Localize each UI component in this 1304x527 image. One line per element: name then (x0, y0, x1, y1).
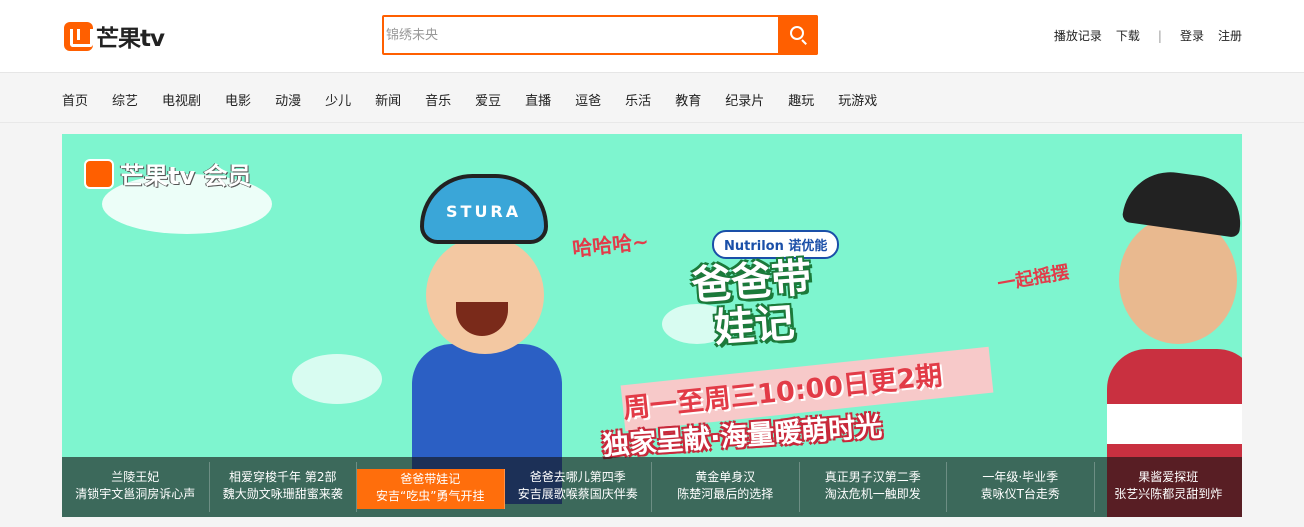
nav-item-music[interactable]: 音乐 (425, 90, 451, 109)
site-logo[interactable]: 芒果tv (64, 20, 165, 52)
thumb-title: 果酱爱探班 (1138, 470, 1199, 484)
search-button[interactable] (778, 15, 818, 55)
nav-item-live[interactable]: 直播 (525, 90, 551, 109)
thumb-title: 黄金单身汉 (695, 470, 756, 484)
register-link[interactable]: 注册 (1218, 27, 1242, 44)
nav-item-documentary[interactable]: 纪录片 (725, 90, 764, 109)
nav-list: 首页 综艺 电视剧 电影 动漫 少儿 新闻 音乐 爱豆 直播 逗爸 乐活 教育 … (62, 90, 901, 109)
nav-item-news[interactable]: 新闻 (375, 90, 401, 109)
nav-item-movies[interactable]: 电影 (225, 90, 251, 109)
haha-caption: 哈哈哈~ (571, 229, 650, 261)
search-box (382, 15, 818, 55)
thumb-subtitle: 袁咏仪T台走秀 (980, 487, 1060, 501)
header: 芒果tv 播放记录 下载 | 登录 注册 (0, 0, 1304, 73)
thumb-subtitle: 魏大勋文咏珊甜蜜来袭 (222, 487, 343, 501)
thumb-subtitle: 淘汰危机一触即发 (824, 487, 921, 501)
thumb-title: 爸爸带娃记 (400, 472, 461, 486)
nav-item-games[interactable]: 玩游戏 (838, 90, 877, 109)
vip-logo: 芒果tv 会员 (84, 156, 251, 191)
main-nav: 首页 综艺 电视剧 电影 动漫 少儿 新闻 音乐 爱豆 直播 逗爸 乐活 教育 … (0, 73, 1304, 123)
nav-item-home[interactable]: 首页 (62, 90, 88, 109)
banner-thumb[interactable]: 兰陵王妃 清锁宇文邕洞房诉心声 (62, 462, 210, 512)
thumb-title: 相爱穿梭千年 第2部 (229, 470, 337, 484)
nav-item-fun[interactable]: 趣玩 (788, 90, 814, 109)
banner-thumb[interactable]: 一年级·毕业季 袁咏仪T台走秀 (947, 462, 1095, 512)
history-link[interactable]: 播放记录 (1054, 27, 1102, 44)
cloud-decoration (292, 354, 382, 404)
banner-thumb[interactable]: 真正男子汉第二季 淘汰危机一触即发 (800, 462, 947, 512)
cap-text: STURA (446, 202, 522, 221)
host-illustration (1107, 166, 1242, 517)
vip-logo-text: 芒果tv 会员 (120, 162, 252, 190)
dance-caption: 一起摇摆 (995, 261, 1071, 296)
nav-item-variety[interactable]: 综艺 (112, 90, 138, 109)
banner-thumbnail-strip: 兰陵王妃 清锁宇文邕洞房诉心声 相爱穿梭千年 第2部 魏大勋文咏珊甜蜜来袭 爸爸… (62, 457, 1242, 517)
user-links: 播放记录 下载 | 登录 注册 (1040, 27, 1242, 44)
thumb-title: 一年级·毕业季 (982, 470, 1059, 484)
banner-thumb[interactable]: 果酱爱探班 张艺兴陈都灵甜到炸 (1095, 462, 1243, 512)
search-icon (790, 26, 804, 40)
banner-thumb-active[interactable]: 爸爸带娃记 安吉“吃虫”勇气开挂 (357, 469, 505, 509)
thumb-title: 真正男子汉第二季 (824, 470, 921, 484)
login-link[interactable]: 登录 (1180, 27, 1204, 44)
thumb-subtitle: 张艺兴陈都灵甜到炸 (1114, 487, 1223, 501)
thumb-title: 爸爸去哪儿第四季 (529, 470, 626, 484)
kid-illustration: STURA (412, 174, 562, 504)
logo-text: 芒果tv (96, 26, 165, 52)
thumb-subtitle: 安吉展歌喉蔡国庆伴奏 (517, 487, 638, 501)
nav-item-dad[interactable]: 逗爸 (575, 90, 601, 109)
hero-banner[interactable]: 芒果tv 会员 STURA 哈哈哈~ Nutrilon 诺优能 爸爸带娃记 周一… (62, 134, 1242, 517)
nav-item-kids[interactable]: 少儿 (325, 90, 351, 109)
mango-logo-icon (84, 158, 114, 189)
nav-item-anime[interactable]: 动漫 (275, 90, 301, 109)
banner-thumb[interactable]: 爸爸去哪儿第四季 安吉展歌喉蔡国庆伴奏 (505, 462, 652, 512)
nav-item-education[interactable]: 教育 (675, 90, 701, 109)
mango-logo-icon (64, 21, 93, 51)
download-link[interactable]: 下载 (1116, 27, 1140, 44)
link-separator: | (1157, 28, 1162, 43)
thumb-subtitle: 清锁宇文邕洞房诉心声 (75, 487, 196, 501)
nav-item-tv-series[interactable]: 电视剧 (162, 90, 201, 109)
nav-item-lifestyle[interactable]: 乐活 (625, 90, 651, 109)
banner-thumb[interactable]: 黄金单身汉 陈楚河最后的选择 (652, 462, 800, 512)
nav-item-idols[interactable]: 爱豆 (475, 90, 501, 109)
search-input[interactable] (384, 17, 778, 53)
thumb-title: 兰陵王妃 (111, 470, 160, 484)
thumb-subtitle: 陈楚河最后的选择 (677, 487, 774, 501)
show-title: 爸爸带娃记 (690, 254, 813, 352)
banner-thumb[interactable]: 相爱穿梭千年 第2部 魏大勋文咏珊甜蜜来袭 (210, 462, 357, 512)
thumb-subtitle: 安吉“吃虫”勇气开挂 (376, 489, 485, 503)
